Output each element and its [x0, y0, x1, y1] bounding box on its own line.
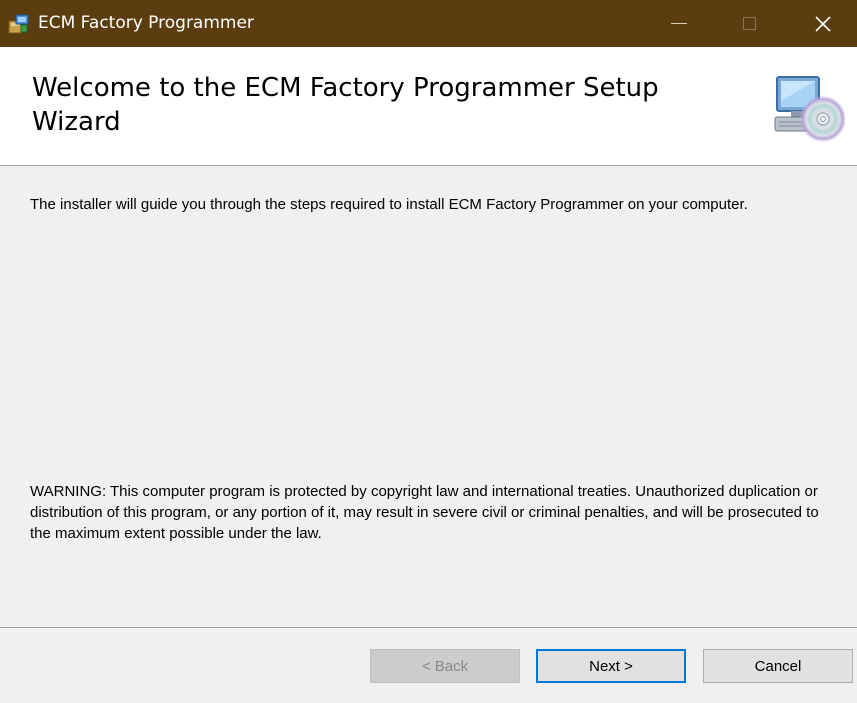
window-title: ECM Factory Programmer [38, 13, 254, 33]
maximize-button[interactable] [727, 0, 771, 47]
minimize-button[interactable] [657, 0, 701, 47]
close-button[interactable] [801, 0, 845, 47]
close-icon [815, 15, 831, 32]
wizard-header: Welcome to the ECM Factory Programmer Se… [0, 47, 857, 166]
computer-cd-icon [773, 71, 846, 143]
copyright-warning: WARNING: This computer program is protec… [30, 483, 819, 542]
page-title: Welcome to the ECM Factory Programmer Se… [32, 73, 659, 137]
installer-icon [8, 13, 30, 35]
next-button[interactable]: Next > [536, 649, 686, 683]
wizard-content: The installer will guide you through the… [0, 166, 857, 626]
back-button[interactable]: < Back [370, 649, 520, 683]
footer-divider-highlight [0, 628, 857, 629]
setup-wizard-window: ECM Factory Programmer Welcome to the EC… [0, 0, 857, 703]
cancel-button[interactable]: Cancel [703, 649, 853, 683]
maximize-icon [742, 17, 756, 30]
intro-text: The installer will guide you through the… [30, 196, 748, 213]
minimize-icon [671, 23, 687, 24]
title-bar[interactable]: ECM Factory Programmer [0, 0, 857, 47]
